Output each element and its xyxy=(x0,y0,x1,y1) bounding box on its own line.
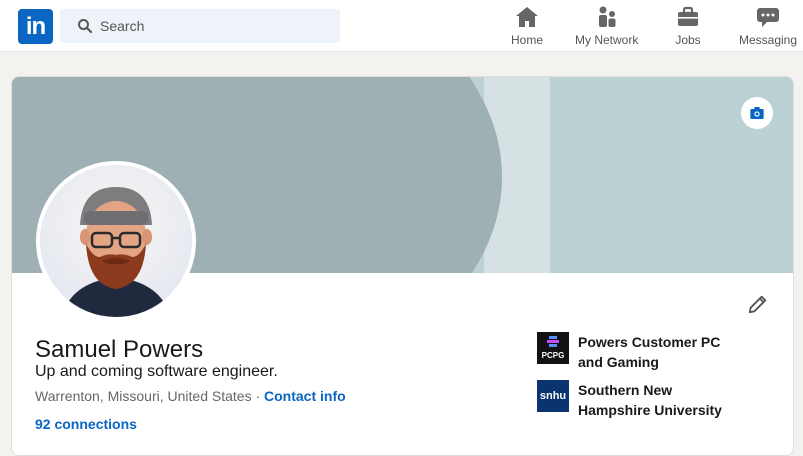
network-icon xyxy=(594,5,620,29)
profile-location-line: Warrenton, Missouri, United States · Con… xyxy=(35,388,346,404)
pcpg-logo: PCPG xyxy=(537,332,569,364)
org-item-snhu[interactable]: snhu Southern New Hampshire University xyxy=(537,380,777,420)
contact-info-link[interactable]: Contact info xyxy=(264,388,346,404)
search-box[interactable] xyxy=(60,9,340,43)
nav-jobs[interactable]: Jobs xyxy=(675,5,701,51)
home-icon xyxy=(514,5,540,29)
nav-jobs-label: Jobs xyxy=(675,33,701,47)
nav-home[interactable]: Home xyxy=(511,5,543,51)
briefcase-icon xyxy=(675,5,701,29)
profile-name: Samuel Powers xyxy=(35,336,204,363)
edit-banner-button[interactable] xyxy=(741,97,773,129)
connections-link[interactable]: 92 connections xyxy=(35,416,137,432)
pencil-icon xyxy=(748,295,767,314)
avatar-illustration xyxy=(40,165,192,317)
org-name-snhu: Southern New Hampshire University xyxy=(578,382,722,418)
nav-home-label: Home xyxy=(511,33,544,47)
profile-avatar[interactable] xyxy=(36,161,196,321)
nav-my-network[interactable]: My Network xyxy=(575,5,638,51)
nav-my-network-label: My Network xyxy=(575,33,639,47)
org-name-pcpg: Powers Customer PC and Gaming xyxy=(578,334,721,370)
top-nav: in Home My Network xyxy=(0,0,803,52)
pcpg-logo-text: PCPG xyxy=(542,351,565,360)
profile-location: Warrenton, Missouri, United States xyxy=(35,388,252,404)
search-icon xyxy=(78,19,93,34)
linkedin-logo[interactable]: in xyxy=(18,9,53,44)
chat-icon xyxy=(755,5,781,29)
nav-messaging[interactable]: Messaging xyxy=(739,5,797,51)
snhu-logo-text: snhu xyxy=(539,390,567,402)
edit-profile-button[interactable] xyxy=(745,291,771,317)
profile-headline: Up and coming software engineer. xyxy=(35,363,278,380)
profile-card: Samuel Powers Up and coming software eng… xyxy=(11,76,794,456)
location-separator: · xyxy=(251,388,265,404)
search-input[interactable] xyxy=(100,18,320,34)
org-item-pcpg[interactable]: PCPG Powers Customer PC and Gaming xyxy=(537,332,777,372)
nav-messaging-label: Messaging xyxy=(739,33,798,47)
camera-icon xyxy=(750,107,764,119)
snhu-logo: snhu xyxy=(537,380,569,412)
